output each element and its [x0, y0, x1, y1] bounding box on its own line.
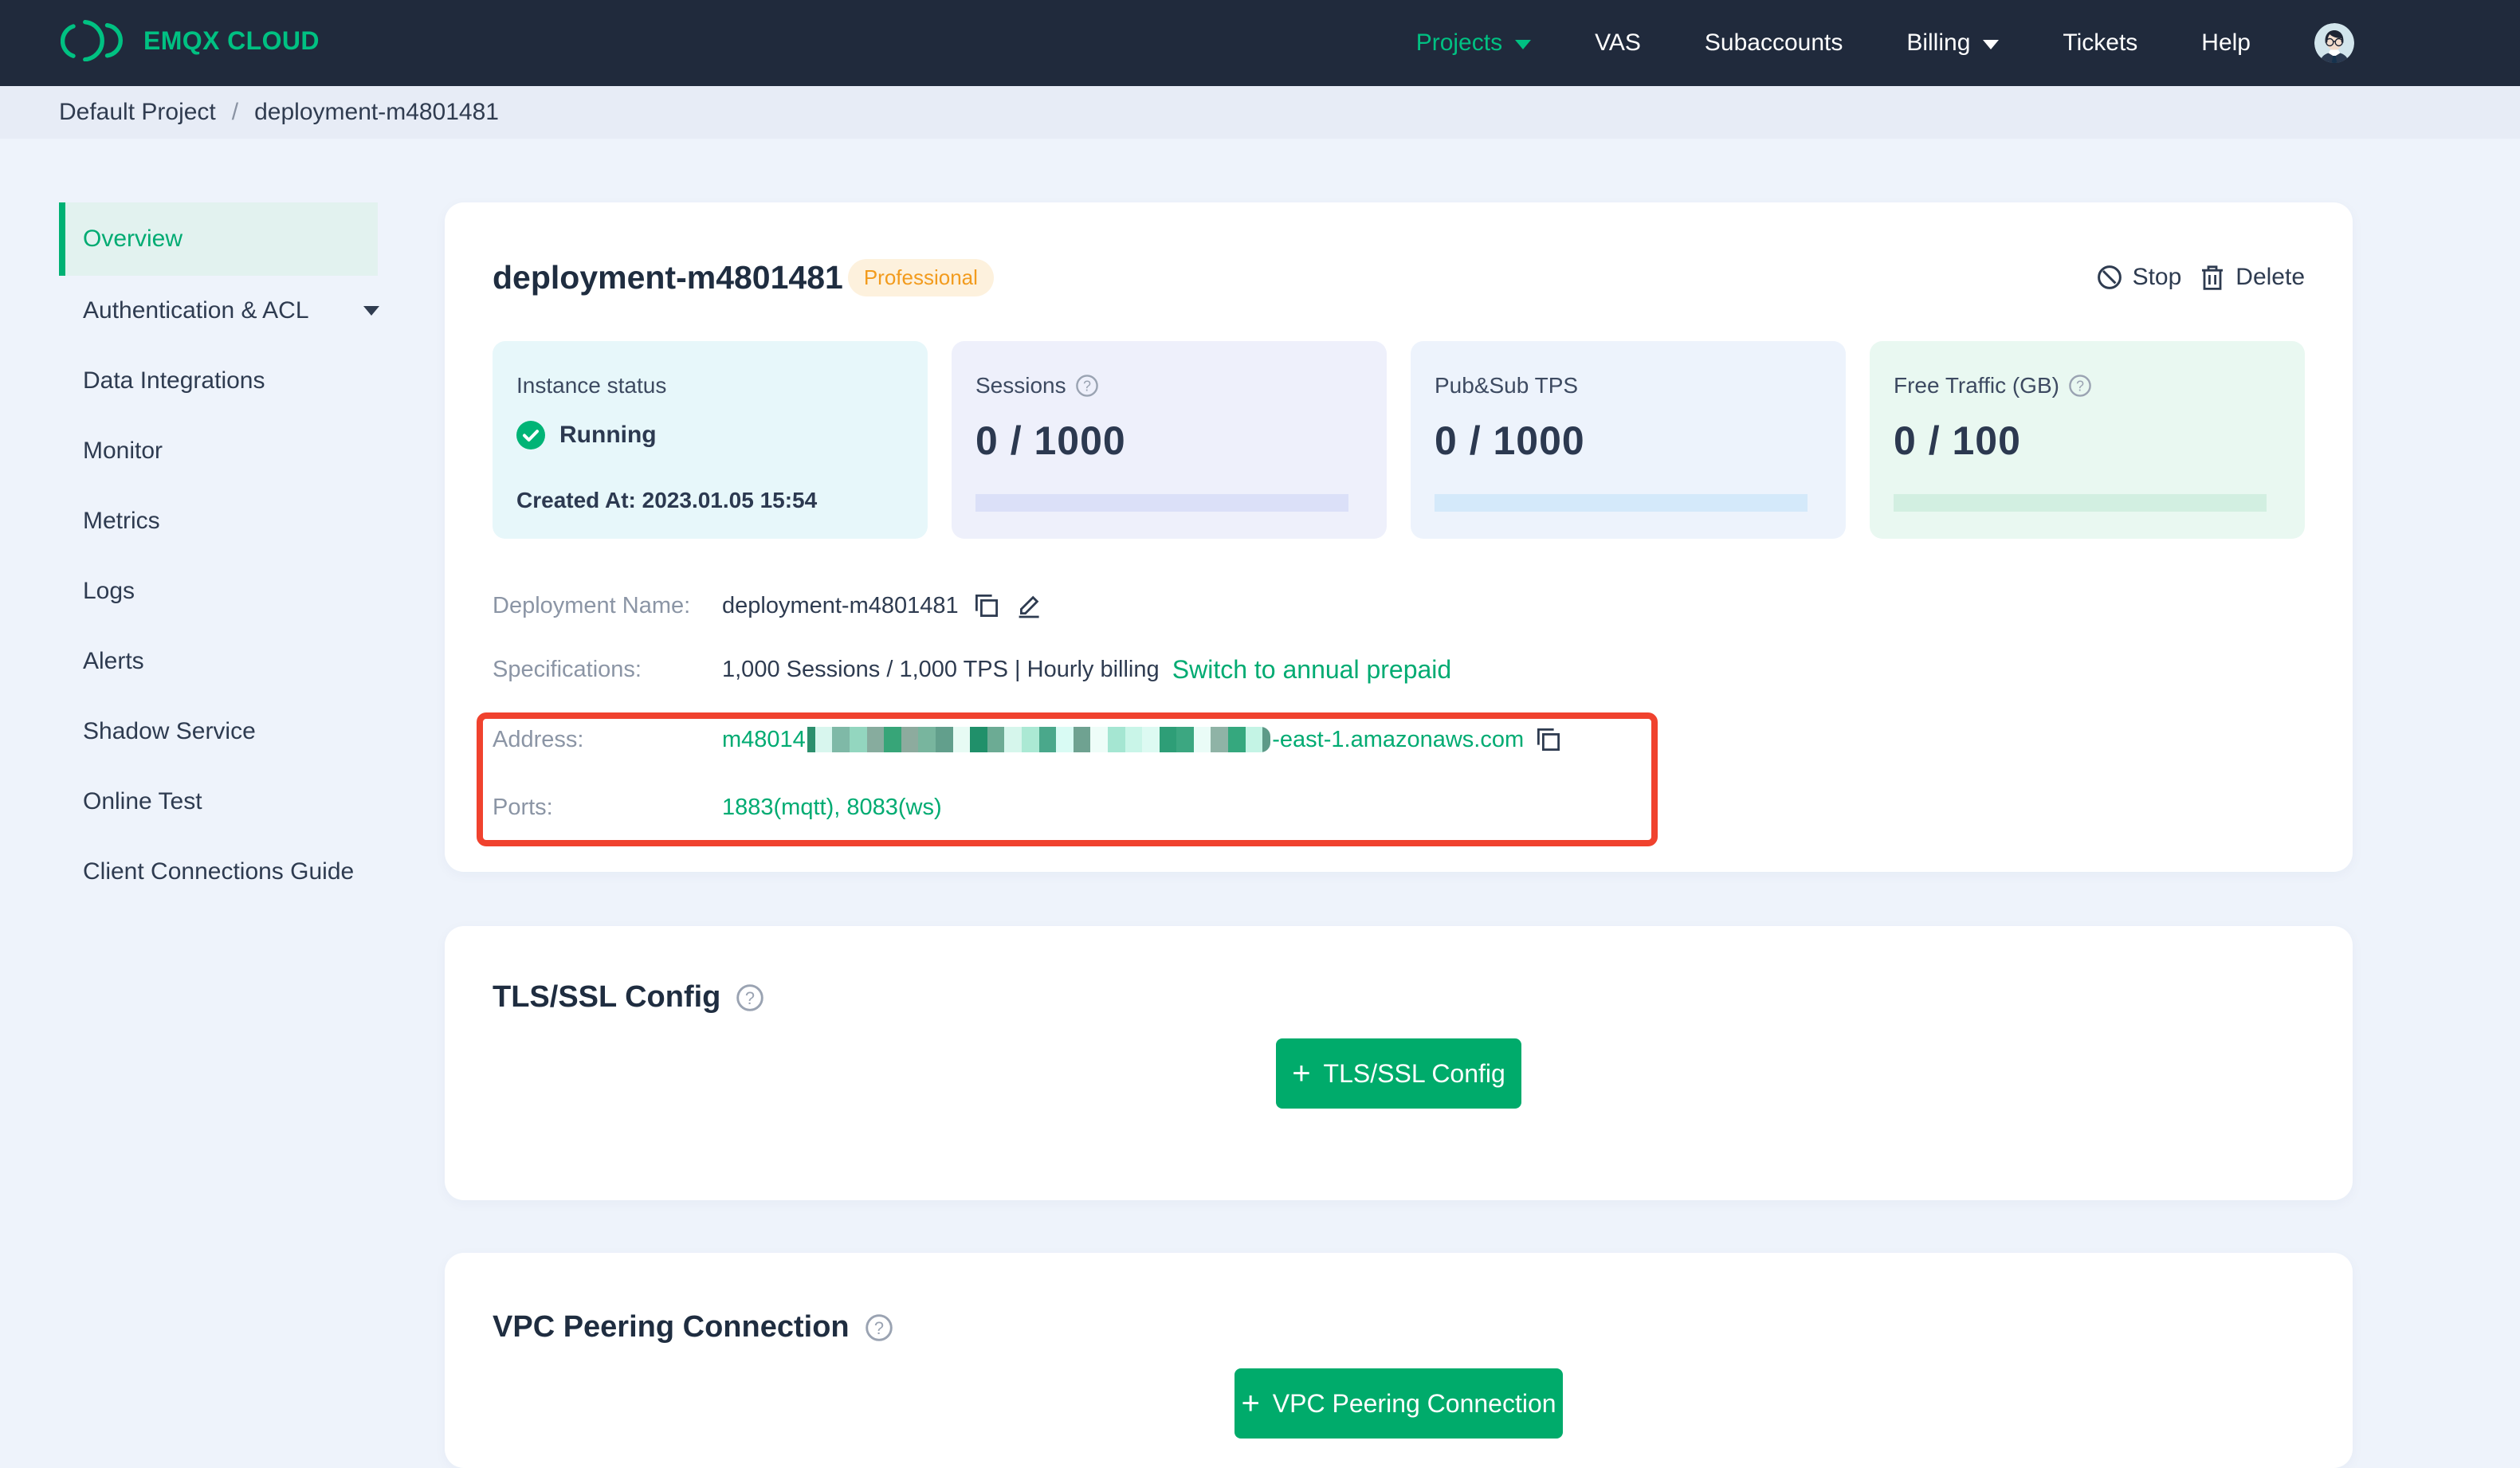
svg-text:?: ?	[1083, 378, 1091, 394]
svg-text:?: ?	[874, 1317, 884, 1337]
svg-text:?: ?	[745, 987, 755, 1007]
svg-text:?: ?	[2076, 378, 2084, 394]
